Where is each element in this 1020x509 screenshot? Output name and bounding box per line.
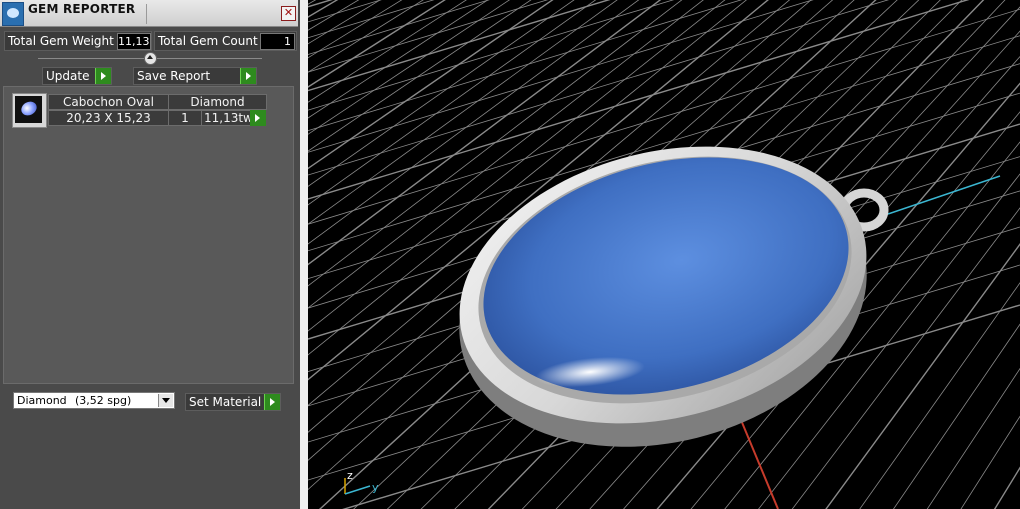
set-material-button[interactable]: Set Material — [185, 393, 281, 411]
panel-splitter[interactable] — [300, 0, 308, 509]
axis-y-label: y — [372, 481, 379, 494]
gem-reporter-panel: GEM REPORTER ✕ Total Gem Weight 11,13 To… — [0, 0, 301, 509]
gem-reporter-icon — [2, 2, 24, 26]
total-gem-weight-label: Total Gem Weight — [8, 34, 114, 48]
close-icon[interactable]: ✕ — [281, 6, 296, 21]
save-report-button[interactable]: Save Report — [133, 67, 257, 85]
collapse-up-icon[interactable] — [144, 52, 157, 65]
axis-gizmo: z y — [344, 469, 379, 495]
axis-z-label: z — [347, 469, 353, 482]
total-gem-count: Total Gem Count 1 — [154, 31, 297, 51]
gem-material-header: Diamond — [168, 94, 267, 110]
material-select-spg: (3,52 spg) — [75, 394, 132, 407]
total-gem-count-value: 1 — [260, 33, 295, 50]
panel-title: GEM REPORTER — [28, 2, 136, 16]
material-select[interactable]: Diamond (3,52 spg) — [13, 392, 175, 409]
oval-gem-icon[interactable] — [12, 93, 47, 128]
gem-dimensions: 20,23 X 15,23 — [48, 110, 169, 126]
total-gem-weight: Total Gem Weight 11,13 — [4, 31, 152, 51]
material-select-name: Diamond — [17, 394, 67, 407]
pendant-model[interactable] — [428, 106, 897, 488]
save-report-button-label: Save Report — [137, 69, 211, 83]
play-arrow-icon — [240, 68, 256, 84]
update-button-label: Update — [46, 69, 90, 83]
total-gem-weight-value: 11,13 — [117, 33, 151, 50]
gem-count: 1 — [168, 110, 202, 126]
total-gem-count-label: Total Gem Count — [158, 34, 258, 48]
play-arrow-icon — [95, 68, 111, 84]
viewport-canvas: z y — [308, 0, 1020, 509]
update-button[interactable]: Update — [42, 67, 112, 85]
gem-row-action-icon[interactable] — [250, 110, 266, 126]
x-axis-line — [740, 419, 779, 509]
title-separator — [146, 4, 147, 24]
gem-shape-header: Cabochon Oval — [48, 94, 169, 110]
y-axis-line — [887, 175, 1001, 215]
panel-title-bar: GEM REPORTER ✕ — [0, 0, 298, 27]
gem-list: Cabochon Oval Diamond 20,23 X 15,23 1 11… — [3, 86, 294, 384]
set-material-button-label: Set Material — [189, 395, 262, 409]
play-arrow-icon — [264, 394, 280, 410]
gem-weight: 11,13tw — [201, 110, 253, 126]
dropdown-arrow-icon[interactable] — [158, 394, 173, 407]
3d-viewport[interactable]: z y — [308, 0, 1020, 509]
